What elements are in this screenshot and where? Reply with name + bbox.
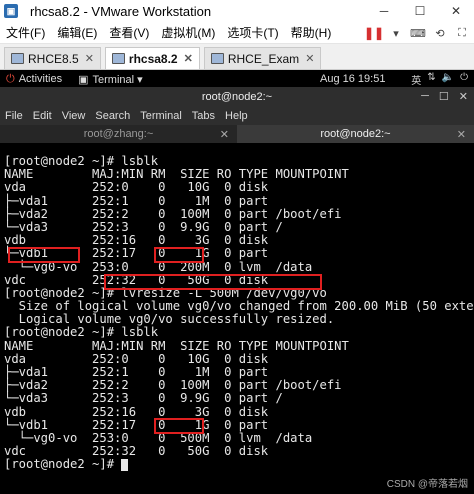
terminal-menubar: File Edit View Search Terminal Tabs Help [0,107,474,125]
vm-tab-label: RHCE_Exam [227,51,300,66]
vm-tab-rhce-exam[interactable]: RHCE_Exam ✕ [203,47,322,69]
term-menu-view[interactable]: View [57,110,91,122]
term-menu-file[interactable]: File [0,110,28,122]
close-icon[interactable]: ✕ [220,128,229,141]
menu-help[interactable]: 帮助(H) [285,24,338,41]
menu-tabs[interactable]: 选项卡(T) [221,24,284,41]
terminal-icon: ▣ [78,73,89,86]
terminal-line: └─vg0-vo 253:0 0 200M 0 lvm /data [4,259,313,274]
language-icon: 英 [411,75,422,87]
vm-tab-rhce85[interactable]: RHCE8.5 ✕ [4,47,101,69]
window-title: rhcsa8.2 - VMware Workstation [30,3,212,19]
close-icon[interactable]: ✕ [305,52,314,65]
terminal-line: [root@node2 ~]# lsblk [4,325,159,340]
terminal-tabbar: root@zhang:~ ✕ root@node2:~ ✕ [0,125,474,143]
terminal-tab-node2[interactable]: root@node2:~ ✕ [237,125,474,143]
terminal-line: └─vdb1 252:17 0 1G 0 part [4,417,269,432]
vm-tab-label: rhcsa8.2 [128,51,178,66]
term-menu-help[interactable]: Help [220,110,253,122]
snapshot-icon[interactable]: ⟲ [432,25,448,41]
terminal-prompt: [root@node2 ~]# [4,457,122,472]
terminal-tab-label: root@node2:~ [320,128,391,140]
send-keys-icon[interactable]: ⌨ [410,25,426,41]
app-menu-label: Terminal ▾ [92,73,143,86]
term-menu-edit[interactable]: Edit [28,110,57,122]
vm-icon [210,53,224,64]
vm-tab-rhcsa82[interactable]: rhcsa8.2 ✕ [104,47,200,69]
terminal-tab-zhang[interactable]: root@zhang:~ ✕ [0,125,237,143]
terminal-line: vdb 252:16 0 3G 0 disk [4,404,269,419]
watermark: CSDN @帝落若烟 [386,479,468,490]
close-icon[interactable]: ✕ [459,90,468,103]
pause-icon[interactable]: ❚❚ [364,25,384,41]
network-icon: ⇅ [427,71,436,83]
vmware-titlebar: ▣ rhcsa8.2 - VMware Workstation ─ ☐ ✕ [0,0,474,22]
maximize-button[interactable]: ☐ [402,0,438,22]
minimize-icon[interactable]: ─ [421,90,429,103]
menu-vm[interactable]: 虚拟机(M) [155,24,221,41]
terminal-title: root@node2:~ [201,91,273,103]
vm-icon [11,53,24,64]
terminal-output[interactable]: [root@node2 ~]# lsblk NAME MAJ:MIN RM SI… [0,143,474,494]
power-status-icon: ⏻ [460,71,468,83]
terminal-titlebar: root@node2:~ ─ ☐ ✕ [0,87,474,107]
menu-edit[interactable]: 编辑(E) [51,24,103,41]
volume-icon: 🔈 [441,71,455,83]
menu-file[interactable]: 文件(F) [0,24,51,41]
vmware-toolbar: ❚❚ ▾ ⌨ ⟲ ⛶ [364,25,470,41]
terminal-line: └─vdb1 252:17 0 1G 0 part [4,246,269,261]
vm-tabbar: RHCE8.5 ✕ rhcsa8.2 ✕ RHCE_Exam ✕ [0,44,474,70]
menu-view[interactable]: 查看(V) [103,24,155,41]
dropdown-icon[interactable]: ▾ [388,25,404,41]
activities-label: Activities [18,73,63,85]
clock[interactable]: Aug 16 19:51 [320,73,385,85]
close-button[interactable]: ✕ [438,0,474,22]
vm-tab-label: RHCE8.5 [28,51,79,66]
terminal-line: vda 252:0 0 10G 0 disk [4,180,269,195]
maximize-icon[interactable]: ☐ [439,90,449,103]
vmware-logo-icon: ▣ [4,4,18,18]
terminal-line: ├─vda2 252:2 0 100M 0 part /boot/efi [4,206,342,221]
terminal-prompt-line: [root@node2 ~]# [4,458,474,471]
term-menu-search[interactable]: Search [90,110,135,122]
power-icon: ⏻ [6,72,15,85]
terminal-lines: [root@node2 ~]# lsblk NAME MAJ:MIN RM SI… [4,154,474,472]
terminal-line: NAME MAJ:MIN RM SIZE RO TYPE MOUNTPOINT [4,338,349,353]
close-icon[interactable]: ✕ [85,52,94,65]
fullscreen-icon[interactable]: ⛶ [454,25,470,41]
term-menu-terminal[interactable]: Terminal [135,110,187,122]
close-icon[interactable]: ✕ [184,52,193,65]
status-area[interactable]: 英 ⇅ 🔈 ⏻ [411,72,468,87]
vm-icon [111,53,125,64]
term-menu-tabs[interactable]: Tabs [187,110,220,122]
terminal-line: vdc 252:32 0 50G 0 disk [4,272,269,287]
terminal-line: ├─vda1 252:1 0 1M 0 part [4,193,269,208]
text-cursor [121,458,129,471]
gnome-topbar: ⏻ Activities ▣ Terminal ▾ Aug 16 19:51 英… [0,71,474,87]
minimize-button[interactable]: ─ [366,0,402,22]
terminal-line: └─vda3 252:3 0 9.9G 0 part / [4,391,283,406]
close-icon[interactable]: ✕ [457,128,466,141]
activities-button[interactable]: ⏻ Activities [6,73,62,86]
terminal-tab-label: root@zhang:~ [83,128,154,140]
terminal-app-menu[interactable]: ▣ Terminal ▾ [78,73,143,86]
